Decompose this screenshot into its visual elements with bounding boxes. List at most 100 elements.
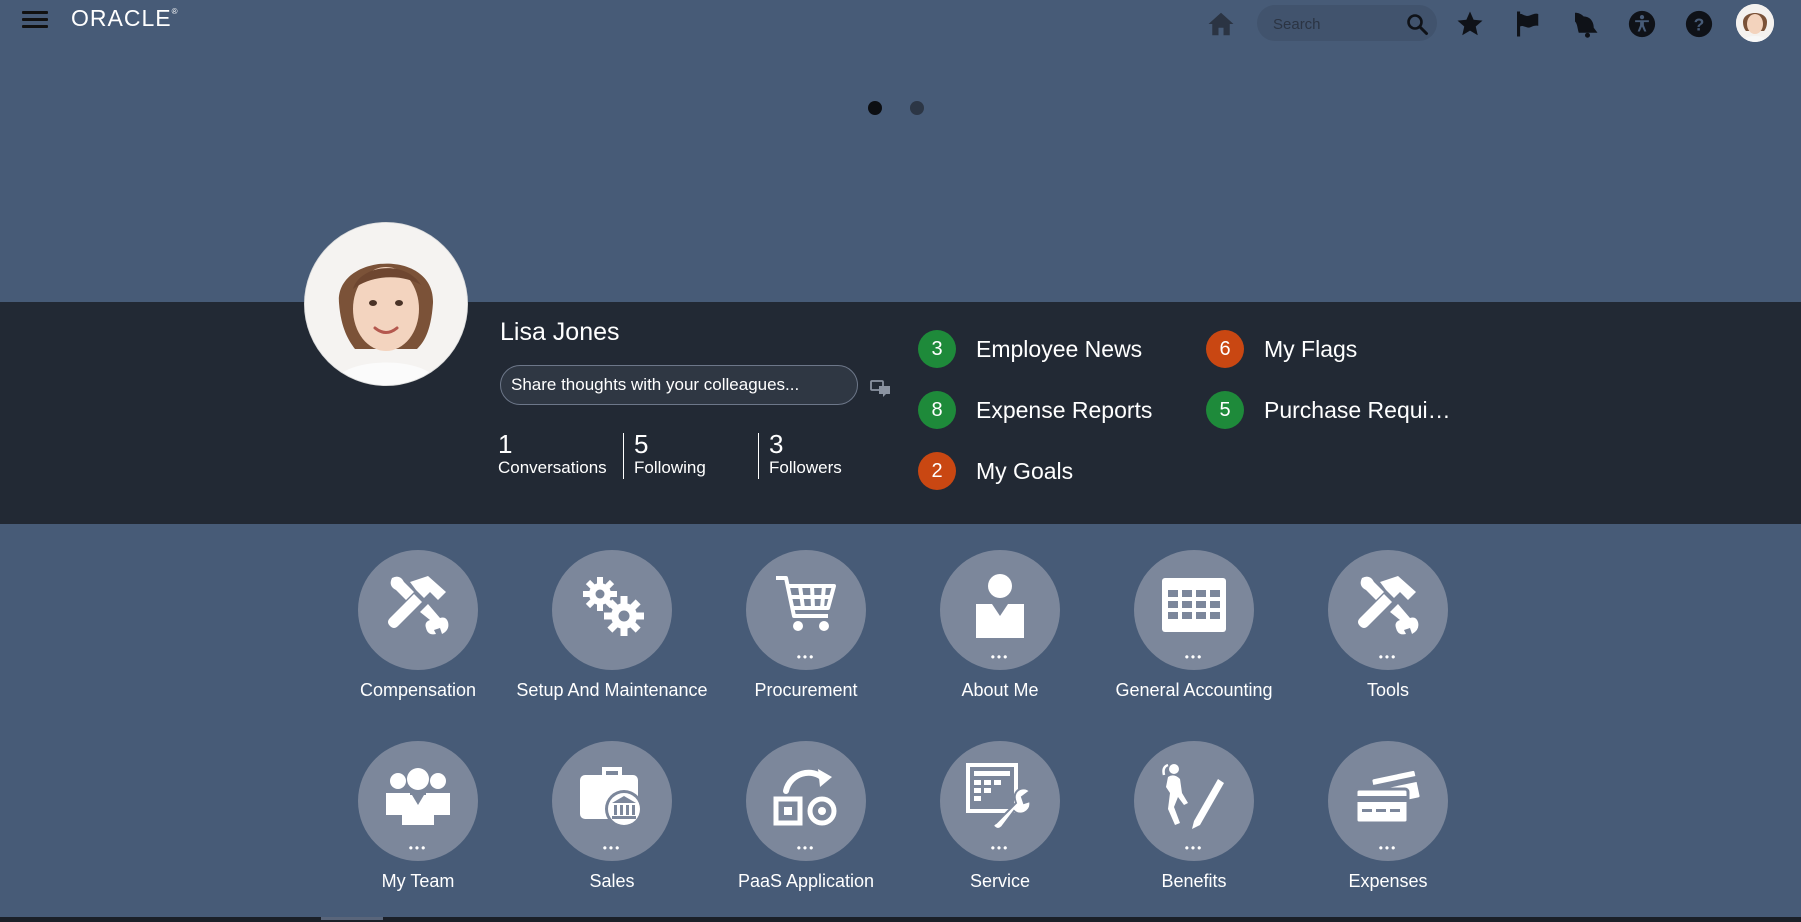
more-indicator: •••	[408, 841, 428, 855]
briefcase-bank-icon	[580, 767, 643, 828]
counter-purchase-requisitions[interactable]: 5 Purchase Requi…	[1206, 391, 1451, 429]
user-avatar[interactable]	[1736, 4, 1774, 42]
count-badge: 2	[918, 452, 956, 490]
app-label: About Me	[961, 680, 1039, 700]
stat-divider	[758, 433, 759, 479]
app-circle: •••	[940, 741, 1060, 861]
app-label: Benefits	[1161, 871, 1227, 891]
help-icon[interactable]: ?	[1684, 9, 1714, 39]
more-indicator: •••	[602, 841, 622, 855]
app-tools[interactable]: ••• Tools	[1290, 550, 1486, 699]
search-box	[1257, 5, 1437, 41]
hamburger-icon[interactable]	[22, 8, 48, 30]
stat-divider	[623, 433, 624, 479]
app-circle	[552, 550, 672, 670]
credit-card-icon	[1354, 767, 1422, 825]
stat-label: Conversations	[498, 458, 607, 477]
search-input[interactable]	[1271, 13, 1395, 35]
app-expenses[interactable]: ••• Expenses	[1290, 741, 1486, 890]
counter-label: Purchase Requi…	[1264, 396, 1451, 423]
counter-label: Employee News	[976, 335, 1143, 362]
counter-my-goals[interactable]: 2 My Goals	[918, 452, 1073, 490]
count-badge: 6	[1206, 330, 1244, 368]
global-header: ORACLE® ?	[0, 0, 1801, 46]
team-icon	[386, 768, 450, 825]
more-indicator: •••	[1378, 650, 1398, 664]
more-indicator: •••	[990, 841, 1010, 855]
ledger-icon	[1162, 578, 1226, 632]
app-circle: •••	[1328, 741, 1448, 861]
counter-label: My Goals	[976, 457, 1074, 484]
stat-value: 5	[634, 429, 649, 459]
carousel-dot-1[interactable]	[868, 101, 882, 115]
more-indicator: •••	[990, 650, 1010, 664]
app-label: Procurement	[754, 680, 858, 700]
app-label: Compensation	[359, 680, 477, 700]
gears-icon	[583, 577, 644, 636]
app-label: My Team	[381, 871, 455, 891]
counter-label: Expense Reports	[976, 396, 1153, 423]
app-about-me[interactable]: ••• About Me	[902, 550, 1098, 699]
count-badge: 5	[1206, 391, 1244, 429]
count-badge: 3	[918, 330, 956, 368]
stat-following[interactable]: 5 Following	[634, 430, 706, 478]
stat-value: 3	[769, 429, 784, 459]
app-circle	[358, 550, 478, 670]
paas-icon	[773, 769, 837, 826]
favorites-star-icon[interactable]	[1455, 9, 1485, 39]
app-circle: •••	[358, 741, 478, 861]
more-indicator: •••	[796, 841, 816, 855]
count-badge: 8	[918, 391, 956, 429]
notifications-bell-icon[interactable]	[1570, 9, 1600, 39]
app-label: General Accounting	[1115, 680, 1273, 700]
flag-icon[interactable]	[1512, 9, 1542, 39]
app-procurement[interactable]: ••• Procurement	[708, 550, 904, 699]
stat-label: Following	[634, 458, 706, 477]
stat-conversations[interactable]: 1 Conversations	[498, 430, 607, 478]
benefits-icon	[1162, 763, 1224, 829]
app-my-team[interactable]: ••• My Team	[320, 741, 516, 890]
counter-employee-news[interactable]: 3 Employee News	[918, 330, 1142, 368]
counter-my-flags[interactable]: 6 My Flags	[1206, 330, 1357, 368]
oracle-logo[interactable]: ORACLE®	[71, 5, 179, 32]
app-label: PaaS Application	[737, 871, 875, 891]
home-icon[interactable]	[1206, 9, 1236, 39]
carousel-dot-2[interactable]	[910, 101, 924, 115]
app-label: Expenses	[1348, 871, 1428, 891]
app-service[interactable]: ••• Service	[902, 741, 1098, 890]
app-general-accounting[interactable]: ••• General Accounting	[1096, 550, 1292, 699]
app-circle: •••	[1134, 741, 1254, 861]
cart-icon	[776, 576, 836, 631]
app-setup-and-maintenance[interactable]: Setup And Maintenance	[514, 550, 710, 699]
app-circle: •••	[1328, 550, 1448, 670]
more-indicator: •••	[796, 650, 816, 664]
search-icon[interactable]	[1405, 12, 1429, 36]
app-benefits[interactable]: ••• Benefits	[1096, 741, 1292, 890]
profile-name[interactable]: Lisa Jones	[500, 318, 620, 347]
person-icon	[976, 574, 1024, 638]
app-label: Sales	[589, 871, 635, 891]
app-compensation[interactable]: Compensation	[320, 550, 516, 699]
app-sales[interactable]: ••• Sales	[514, 741, 710, 890]
share-thoughts-input[interactable]	[500, 365, 858, 405]
more-indicator: •••	[1378, 841, 1398, 855]
profile-banner	[0, 302, 1801, 524]
app-paas-application[interactable]: ••• PaaS Application	[708, 741, 904, 890]
tools-icon	[1358, 576, 1419, 635]
app-label: Tools	[1366, 680, 1410, 700]
service-icon	[966, 763, 1032, 830]
app-circle: •••	[552, 741, 672, 861]
counter-expense-reports[interactable]: 8 Expense Reports	[918, 391, 1152, 429]
profile-photo[interactable]	[304, 222, 468, 386]
scroll-indicator	[321, 917, 383, 920]
stat-label: Followers	[769, 458, 842, 477]
app-circle: •••	[746, 741, 866, 861]
app-label: Service	[969, 871, 1031, 891]
stat-followers[interactable]: 3 Followers	[769, 430, 842, 478]
conversation-icon[interactable]	[870, 379, 892, 399]
app-label: Setup And Maintenance	[516, 680, 708, 700]
accessibility-icon[interactable]	[1627, 9, 1657, 39]
tools-icon	[388, 576, 449, 635]
bottom-edge	[0, 917, 1801, 922]
app-circle: •••	[1134, 550, 1254, 670]
